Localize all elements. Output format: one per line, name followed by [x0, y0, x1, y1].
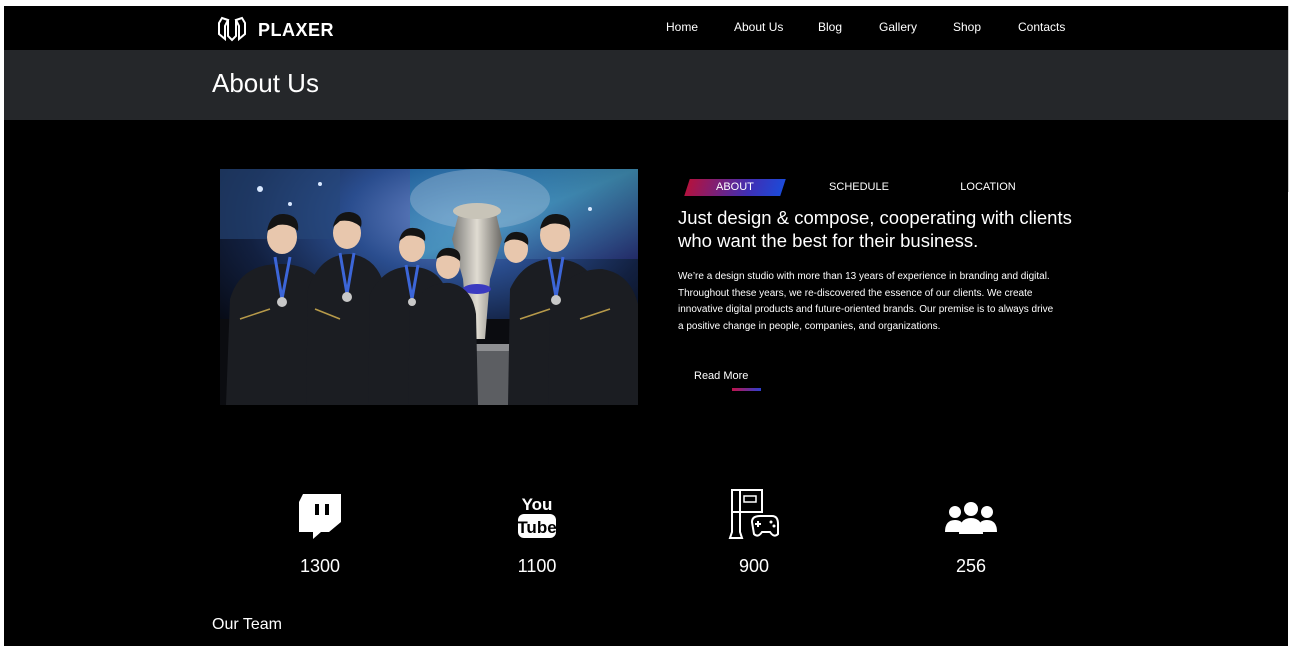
our-team-heading: Our Team: [212, 616, 282, 633]
nav-gallery[interactable]: Gallery: [879, 20, 917, 34]
gaming-console-icon: [694, 488, 814, 540]
about-tabs: ABOUT SCHEDULE LOCATION: [684, 179, 1067, 199]
tab-about[interactable]: ABOUT: [684, 179, 786, 196]
about-description: We’re a design studio with more than 13 …: [678, 271, 1054, 332]
about-headline: Just design & compose, cooperating with …: [678, 207, 1072, 251]
stat-users: 256: [911, 488, 1031, 577]
stat-youtube-value: 1100: [517, 556, 557, 576]
page-title-band: About Us: [4, 50, 1288, 120]
read-more-underline: [732, 388, 761, 391]
stat-console: 900: [694, 488, 814, 577]
page-title: About Us: [212, 68, 319, 98]
nav-about-us[interactable]: About Us: [734, 20, 794, 34]
top-navbar: PLAXER Home About Us Blog Gallery Shop C…: [4, 6, 1288, 50]
brand-name: PLAXER: [258, 20, 335, 40]
tab-schedule[interactable]: SCHEDULE: [811, 179, 907, 196]
stat-twitch-value: 1300: [299, 556, 341, 576]
page-frame: PLAXER Home About Us Blog Gallery Shop C…: [4, 6, 1288, 646]
read-more-link[interactable]: Read More: [694, 370, 748, 382]
youtube-icon: You Tube: [477, 488, 597, 540]
plaxer-logo-icon: [216, 14, 248, 47]
nav-blog[interactable]: Blog: [818, 20, 842, 34]
stat-console-value: 900: [738, 556, 770, 576]
nav-shop[interactable]: Shop: [953, 20, 981, 34]
svg-text:You: You: [522, 495, 553, 514]
team-trophy-photo: [220, 169, 638, 405]
users-group-icon: [911, 488, 1031, 540]
svg-text:Tube: Tube: [517, 518, 556, 537]
nav-home[interactable]: Home: [666, 20, 698, 34]
twitch-icon: [260, 488, 380, 540]
tab-location[interactable]: LOCATION: [943, 179, 1033, 196]
stat-twitch: 1300: [260, 488, 380, 577]
nav-contacts[interactable]: Contacts: [1018, 20, 1078, 34]
stat-youtube: You Tube 1100: [477, 488, 597, 577]
brand-logo[interactable]: PLAXER: [216, 14, 334, 47]
scrollbar-track[interactable]: [1288, 6, 1292, 192]
stat-users-value: 256: [955, 556, 987, 576]
